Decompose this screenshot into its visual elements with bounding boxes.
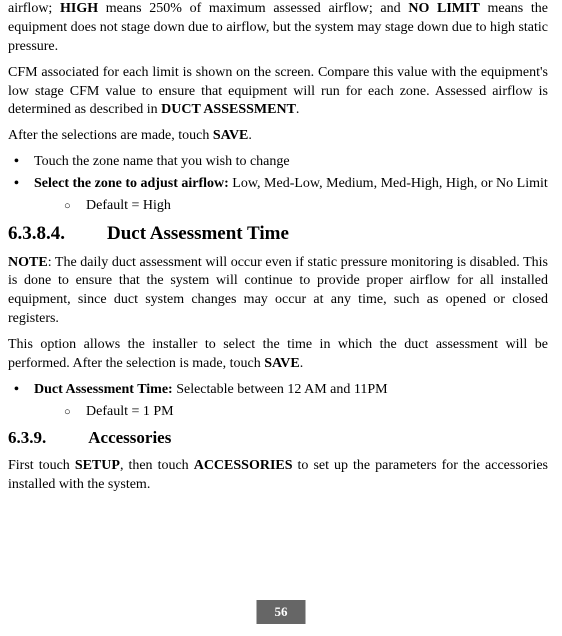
note-paragraph: NOTE: The daily duct assessment will occ… — [8, 254, 548, 330]
text-fragment: . — [300, 356, 304, 371]
text-fragment: means 250% of maximum assessed airflow; … — [98, 1, 408, 16]
sub-list-item: Default = 1 PM — [34, 403, 548, 422]
text-fragment: After the selections are made, touch — [8, 128, 213, 143]
text-fragment: First touch — [8, 458, 75, 473]
note-text: : The daily duct assessment will occur e… — [8, 255, 548, 327]
text-fragment: . — [248, 128, 252, 143]
bold-nolimit: NO LIMIT — [408, 1, 479, 16]
sub-list: Default = 1 PM — [34, 403, 548, 422]
page-number: 56 — [257, 600, 306, 624]
bullet-list-1: Touch the zone name that you wish to cha… — [8, 153, 548, 216]
text-fragment: . — [296, 102, 300, 117]
bold-accessories: ACCESSORIES — [194, 458, 293, 473]
section-heading-duct-assessment-time: 6.3.8.4. Duct Assessment Time — [8, 221, 548, 247]
intro-paragraph-2: CFM associated for each limit is shown o… — [8, 64, 548, 121]
text-fragment: , then touch — [120, 458, 194, 473]
sub-list-item: Default = High — [34, 197, 548, 216]
text-fragment: Low, Med-Low, Medium, Med-High, High, or… — [229, 176, 548, 191]
section2-paragraph-1: First touch SETUP, then touch ACCESSORIE… — [8, 457, 548, 495]
bold-save: SAVE — [264, 356, 300, 371]
section-title: Duct Assessment Time — [107, 223, 289, 244]
intro-paragraph-3: After the selections are made, touch SAV… — [8, 127, 548, 146]
bold-high: HIGH — [60, 1, 98, 16]
section-heading-accessories: 6.3.9. Accessories — [8, 427, 548, 450]
note-label: NOTE — [8, 255, 48, 270]
bold-select-zone: Select the zone to adjust airflow: — [34, 176, 229, 191]
bold-save: SAVE — [213, 128, 249, 143]
text-fragment: airflow; — [8, 1, 60, 16]
bold-duct-assessment: DUCT ASSESSMENT — [161, 102, 296, 117]
text-fragment: Selectable between 12 AM and 11PM — [173, 382, 388, 397]
list-item: Touch the zone name that you wish to cha… — [8, 153, 548, 172]
list-item: Select the zone to adjust airflow: Low, … — [8, 175, 548, 216]
list-item: Duct Assessment Time: Selectable between… — [8, 381, 548, 422]
sub-list: Default = High — [34, 197, 548, 216]
section-title: Accessories — [88, 428, 171, 447]
bullet-list-2: Duct Assessment Time: Selectable between… — [8, 381, 548, 422]
bold-setup: SETUP — [75, 458, 120, 473]
section-number: 6.3.8.4. — [8, 221, 65, 247]
bold-duct-assessment-time: Duct Assessment Time: — [34, 382, 173, 397]
intro-paragraph-1: airflow; HIGH means 250% of maximum asse… — [8, 0, 548, 57]
section1-paragraph-2: This option allows the installer to sele… — [8, 336, 548, 374]
section-number: 6.3.9. — [8, 427, 46, 450]
